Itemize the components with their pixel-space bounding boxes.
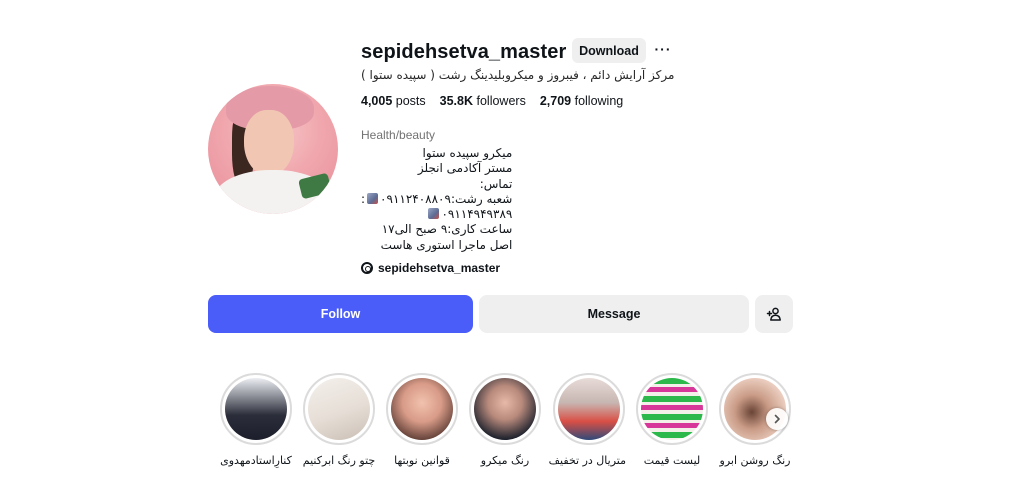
highlight-cover bbox=[641, 378, 703, 440]
chevron-right-icon bbox=[774, 414, 780, 424]
profile-username: sepidehsetva_master bbox=[361, 41, 567, 63]
followers-stat[interactable]: 35.8K followers bbox=[440, 94, 526, 108]
avatar-face bbox=[244, 110, 294, 176]
highlight-label: چتو رنگ ابرکنیم bbox=[302, 454, 376, 467]
highlight-ring bbox=[220, 373, 292, 445]
highlight-label: متریال در تخفیف bbox=[548, 454, 626, 467]
highlight-ring bbox=[303, 373, 375, 445]
highlight-ring bbox=[553, 373, 625, 445]
highlight-label: قوانین نوبتها bbox=[394, 454, 450, 467]
highlight-item[interactable]: قوانین نوبتها bbox=[385, 373, 459, 467]
bio-line: مستر آکادمی انجلز bbox=[417, 161, 513, 176]
bio-phone-1-suffix: : bbox=[361, 191, 366, 206]
threads-icon bbox=[361, 262, 373, 274]
highlight-label: رنگ روشن ابرو bbox=[719, 454, 791, 467]
bio-line: ساعت کاری:۹ صبح الی۱۷ bbox=[381, 222, 513, 237]
highlight-item[interactable]: لیست قیمت bbox=[635, 373, 709, 467]
bio-line-phone-1: شعبه رشت:۰۹۱۱۲۴۰۸۸۰۹: bbox=[361, 192, 512, 207]
profile-tagline: مرکز آرایش دائم ، فیبروز و میکروبلیدینگ … bbox=[361, 68, 675, 82]
bio-phone-2: ۰۹۱۱۴۹۴۹۳۸۹ bbox=[441, 207, 513, 222]
profile-category: Health/beauty bbox=[361, 128, 436, 142]
highlight-ring bbox=[386, 373, 458, 445]
pin-icon bbox=[428, 208, 440, 220]
profile-stats: 4,005 posts 35.8K followers 2,709 follow… bbox=[361, 94, 623, 108]
highlight-cover bbox=[308, 378, 370, 440]
follow-button[interactable]: Follow bbox=[208, 295, 473, 333]
posts-count: 4,005 bbox=[361, 94, 393, 108]
threads-link[interactable]: sepidehsetva_master bbox=[361, 261, 500, 275]
bio-line: تماس: bbox=[479, 176, 513, 191]
highlight-cover bbox=[391, 378, 453, 440]
message-button[interactable]: Message bbox=[479, 295, 749, 333]
more-dots-icon[interactable]: ··· bbox=[654, 38, 672, 62]
following-label: following bbox=[574, 94, 624, 108]
threads-handle: sepidehsetva_master bbox=[378, 261, 501, 275]
highlight-ring bbox=[469, 373, 541, 445]
profile-bio: میکرو سپیده ستوا مستر آکادمی انجلز تماس:… bbox=[361, 146, 512, 253]
highlight-ring bbox=[636, 373, 708, 445]
suggested-accounts-button[interactable] bbox=[755, 295, 793, 333]
following-count: 2,709 bbox=[539, 94, 572, 108]
bio-phone-1: شعبه رشت:۰۹۱۱۲۴۰۸۸۰۹ bbox=[380, 191, 513, 206]
download-button[interactable]: Download bbox=[572, 38, 646, 63]
pin-icon bbox=[367, 192, 379, 204]
highlight-item[interactable]: رنگ میکرو bbox=[468, 373, 542, 467]
following-stat[interactable]: 2,709 following bbox=[540, 94, 623, 108]
bio-line-phone-2: ۰۹۱۱۴۹۴۹۳۸۹ bbox=[361, 207, 512, 222]
highlight-label: لیست قیمت bbox=[643, 454, 701, 467]
highlight-cover bbox=[558, 378, 620, 440]
highlight-cover bbox=[474, 378, 536, 440]
highlight-item[interactable]: کنارِاستادمهدوی bbox=[219, 373, 293, 467]
story-highlights: کنارِاستادمهدوی چتو رنگ ابرکنیم قوانین ن… bbox=[219, 373, 799, 483]
highlight-cover bbox=[225, 378, 287, 440]
bio-line: میکرو سپیده ستوا bbox=[422, 146, 513, 160]
highlight-label: رنگ میکرو bbox=[480, 454, 530, 467]
highlights-next-button[interactable] bbox=[766, 408, 788, 430]
followers-label: followers bbox=[476, 94, 526, 108]
posts-stat[interactable]: 4,005 posts bbox=[361, 94, 426, 108]
highlight-item[interactable]: چتو رنگ ابرکنیم bbox=[302, 373, 376, 467]
highlight-item[interactable]: متریال در تخفیف bbox=[548, 373, 626, 467]
posts-label: posts bbox=[395, 94, 426, 108]
profile-avatar[interactable] bbox=[208, 84, 338, 214]
followers-count: 35.8K bbox=[439, 94, 474, 108]
highlight-label: کنارِاستادمهدوی bbox=[220, 454, 292, 467]
bio-line: اصل ماجرا استوری هاست bbox=[380, 237, 513, 252]
add-person-icon bbox=[766, 307, 781, 321]
